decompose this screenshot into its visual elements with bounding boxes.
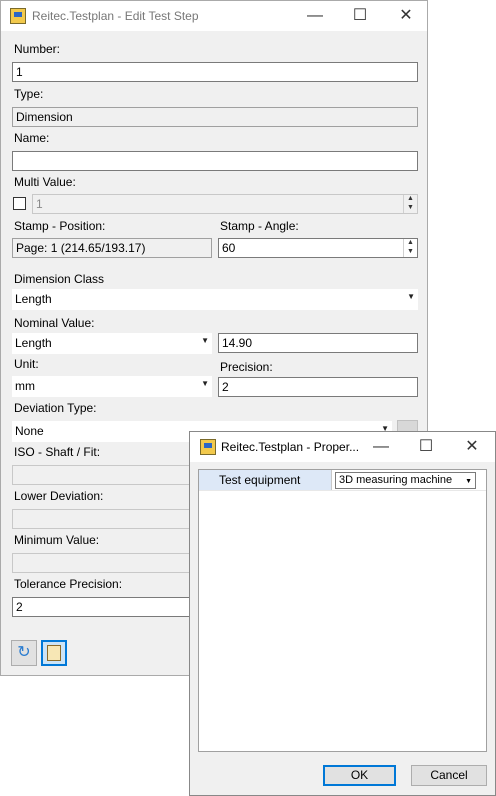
tolerance-precision-label: Tolerance Precision:	[14, 577, 123, 591]
refresh-icon: ↻	[17, 644, 31, 661]
stamp-angle-text: 60	[222, 241, 236, 255]
stamp-position-field: Page: 1 (214.65/193.17)	[12, 238, 212, 258]
maximize-icon[interactable]: ☐	[340, 3, 380, 29]
chevron-down-icon: ▼	[201, 379, 209, 388]
precision-input[interactable]: 2	[218, 377, 418, 397]
stamp-angle-spin-buttons[interactable]: ▲ ▼	[403, 239, 417, 257]
property-row[interactable]: Test equipment 3D measuring machine ▼	[199, 470, 486, 491]
chevron-down-icon: ▼	[201, 336, 209, 345]
nominal-type-select[interactable]: Length ▼	[12, 333, 212, 354]
multi-value-text: 1	[36, 197, 43, 211]
dimension-class-value: Length	[15, 292, 52, 306]
properties-window-title: Reitec.Testplan - Proper...	[221, 440, 360, 454]
nominal-value-label: Nominal Value:	[14, 316, 95, 330]
property-name: Test equipment	[199, 470, 332, 490]
properties-window: Reitec.Testplan - Proper... — ☐ ✕ Test e…	[189, 431, 496, 796]
stamp-angle-spinner[interactable]: 60 ▲ ▼	[218, 238, 418, 258]
type-label: Type:	[14, 87, 44, 101]
multi-value-spinner: 1 ▲ ▼	[32, 194, 418, 214]
precision-label: Precision:	[220, 360, 273, 374]
close-icon[interactable]: ✕	[386, 3, 426, 29]
maximize-icon[interactable]: ☐	[406, 434, 446, 460]
stamp-angle-label: Stamp - Angle:	[220, 219, 299, 233]
lower-deviation-label: Lower Deviation:	[14, 489, 104, 503]
nominal-type-value: Length	[15, 336, 52, 350]
properties-button[interactable]	[41, 640, 67, 666]
edit-window-title: Reitec.Testplan - Edit Test Step	[32, 9, 199, 23]
ok-button[interactable]: OK	[323, 765, 396, 786]
iso-shaft-fit-label: ISO - Shaft / Fit:	[14, 445, 101, 459]
dimension-class-label: Dimension Class	[14, 272, 105, 286]
unit-label: Unit:	[14, 357, 39, 371]
properties-icon	[47, 645, 61, 661]
unit-select[interactable]: mm ▼	[12, 376, 212, 397]
chevron-down-icon: ▼	[465, 478, 472, 485]
name-input[interactable]	[12, 151, 418, 171]
minimize-icon[interactable]: —	[361, 434, 401, 460]
app-icon	[200, 439, 216, 455]
name-label: Name:	[14, 131, 50, 145]
property-value-select[interactable]: 3D measuring machine ▼	[335, 472, 476, 489]
property-value: 3D measuring machine	[339, 474, 453, 486]
cancel-button[interactable]: Cancel	[411, 765, 487, 786]
number-input[interactable]: 1	[12, 62, 418, 82]
minimum-value-label: Minimum Value:	[14, 533, 100, 547]
type-field: Dimension	[12, 107, 418, 127]
app-icon	[10, 8, 26, 24]
property-grid: Test equipment 3D measuring machine ▼	[198, 469, 487, 752]
close-icon[interactable]: ✕	[452, 434, 492, 460]
number-label: Number:	[14, 42, 61, 56]
deviation-type-value: None	[15, 424, 44, 438]
nominal-value-input[interactable]: 14.90	[218, 333, 418, 353]
refresh-button[interactable]: ↻	[11, 640, 37, 666]
dimension-class-select[interactable]: Length ▼	[12, 289, 418, 310]
properties-title-bar[interactable]: Reitec.Testplan - Proper... — ☐ ✕	[190, 432, 495, 462]
stamp-position-label: Stamp - Position:	[14, 219, 106, 233]
multi-value-checkbox[interactable]	[13, 197, 26, 210]
unit-value: mm	[15, 379, 35, 393]
multi-value-spin-buttons: ▲ ▼	[403, 195, 417, 213]
edit-title-bar[interactable]: Reitec.Testplan - Edit Test Step — ☐ ✕	[1, 1, 427, 31]
minimize-icon[interactable]: —	[295, 3, 335, 29]
deviation-type-label: Deviation Type:	[14, 401, 97, 415]
chevron-down-icon: ▼	[407, 292, 415, 301]
multi-value-label: Multi Value:	[14, 175, 76, 189]
